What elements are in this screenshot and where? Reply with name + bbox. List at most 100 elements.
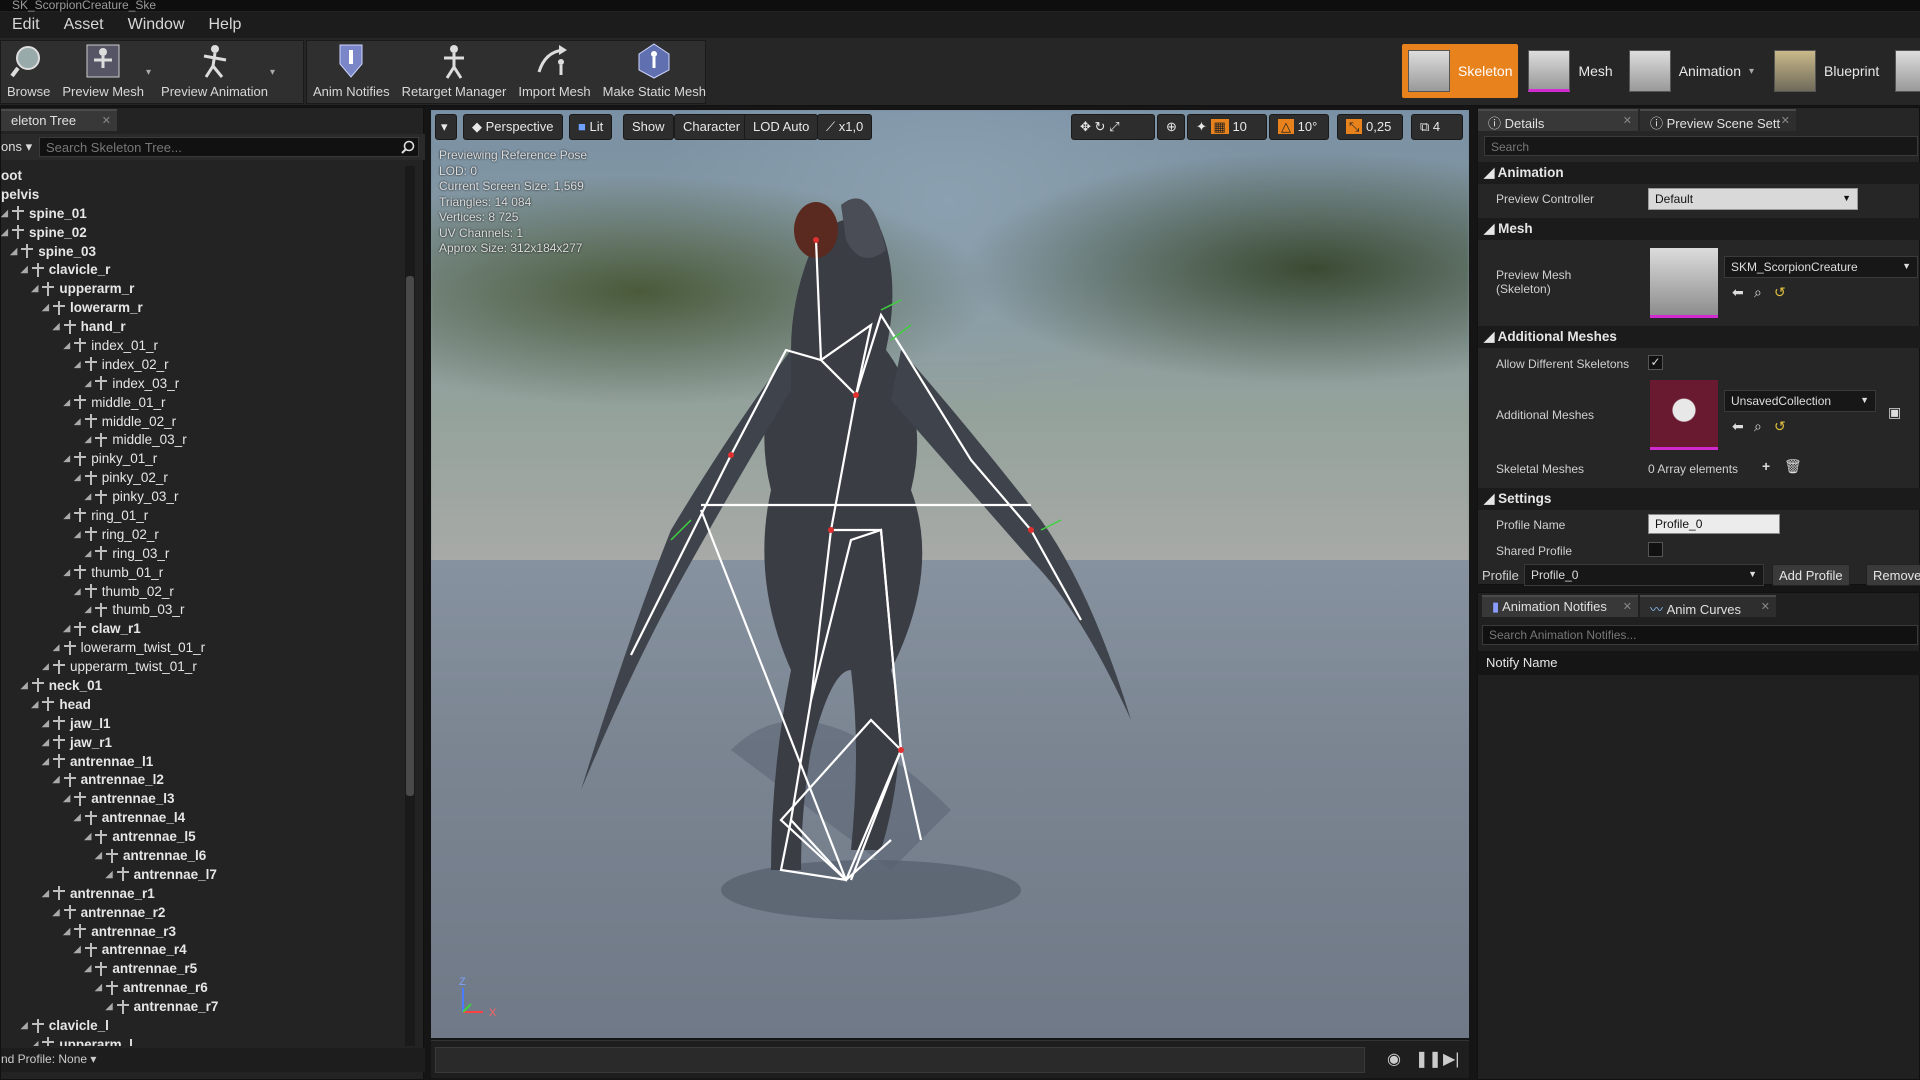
bone-row[interactable]: ◢ lowerarm_r: [1, 298, 405, 317]
lit-button[interactable]: ■ Lit: [569, 114, 613, 140]
additional-meshes-thumbnail[interactable]: [1650, 380, 1718, 450]
expand-triangle-icon[interactable]: ◢: [42, 737, 52, 748]
remove-profile-button[interactable]: Remove P: [1866, 564, 1920, 586]
scale-icon[interactable]: ⤢: [1109, 119, 1119, 134]
expand-triangle-icon[interactable]: ◢: [95, 850, 105, 861]
bone-row[interactable]: ◢ pinky_03_r: [1, 487, 405, 506]
bone-row[interactable]: ◢ antrennae_l3: [1, 789, 405, 808]
expand-triangle-icon[interactable]: ◢: [84, 378, 94, 389]
bone-row[interactable]: ◢ antrennae_l1: [1, 752, 405, 771]
expand-triangle-icon[interactable]: ◢: [84, 491, 94, 502]
expand-triangle-icon[interactable]: ◢: [74, 416, 84, 427]
notify-name-header[interactable]: Notify Name: [1478, 651, 1920, 675]
bone-row[interactable]: ◢ thumb_03_r: [1, 600, 405, 619]
scale-snap-value[interactable]: 0,25: [1366, 119, 1391, 134]
expand-triangle-icon[interactable]: ◢: [42, 302, 52, 313]
bone-row[interactable]: ◢ index_03_r: [1, 374, 405, 393]
surface-snap-icon[interactable]: ✦: [1196, 119, 1207, 134]
expand-triangle-icon[interactable]: ◢: [84, 963, 94, 974]
mode-blueprint-button[interactable]: Blueprint: [1768, 44, 1885, 98]
expand-triangle-icon[interactable]: ◢: [84, 604, 94, 615]
menu-asset[interactable]: Asset: [52, 16, 116, 34]
scale-snap-icon[interactable]: ⤡: [1346, 119, 1363, 134]
mode-mesh-button[interactable]: Mesh: [1522, 44, 1618, 98]
bone-row[interactable]: ◢ clavicle_l: [1, 1016, 405, 1035]
expand-triangle-icon[interactable]: ◢: [1, 208, 11, 219]
skeleton-search-input[interactable]: Search Skeleton Tree...: [39, 137, 419, 157]
bone-row[interactable]: ◢ jaw_r1: [1, 733, 405, 752]
expand-triangle-icon[interactable]: ◢: [106, 869, 116, 880]
bone-row[interactable]: ◢ jaw_l1: [1, 714, 405, 733]
expand-triangle-icon[interactable]: ◢: [95, 982, 105, 993]
world-local-icon[interactable]: ⊕: [1157, 114, 1185, 140]
expand-triangle-icon[interactable]: ◢: [63, 926, 73, 937]
step-forward-icon[interactable]: ▶|: [1443, 1049, 1465, 1071]
expand-triangle-icon[interactable]: ◢: [53, 642, 63, 653]
bone-row[interactable]: ◢ spine_01: [1, 204, 405, 223]
import-mesh-button[interactable]: Import Mesh: [512, 41, 596, 103]
bone-row[interactable]: ◢ index_02_r: [1, 355, 405, 374]
bone-row[interactable]: ◢ index_01_r: [1, 336, 405, 355]
browse-button[interactable]: Browse: [1, 41, 56, 103]
bone-row[interactable]: ◢ thumb_01_r: [1, 563, 405, 582]
skeleton-scrollbar[interactable]: [405, 166, 415, 1046]
browse-search-icon[interactable]: ⌕: [1754, 284, 1762, 301]
allow-different-skeletons-checkbox[interactable]: ✓: [1648, 355, 1663, 370]
use-selected-arrow-icon[interactable]: ⬅: [1732, 418, 1744, 435]
preview-mesh-button[interactable]: Preview Mesh: [56, 41, 150, 103]
translate-icon[interactable]: ✥: [1080, 119, 1091, 134]
bone-row[interactable]: ◢ antrennae_r5: [1, 959, 405, 978]
preview-mesh-thumbnail[interactable]: [1650, 248, 1718, 318]
expand-triangle-icon[interactable]: ◢: [10, 246, 20, 257]
bone-row[interactable]: oot: [1, 166, 405, 185]
menu-help[interactable]: Help: [197, 16, 254, 34]
make-static-mesh-button[interactable]: Make Static Mesh: [597, 41, 712, 103]
animation-mode-dropdown-icon[interactable]: ▾: [1749, 66, 1754, 77]
camera-speed-icon[interactable]: ⧉: [1420, 119, 1429, 134]
bone-row[interactable]: ◢ neck_01: [1, 676, 405, 695]
bone-row[interactable]: ◢ upperarm_twist_01_r: [1, 657, 405, 676]
expand-triangle-icon[interactable]: ◢: [74, 812, 84, 823]
rotation-snap-value[interactable]: 10°: [1298, 119, 1318, 134]
grid-snap-icon[interactable]: ▦: [1210, 119, 1229, 134]
expand-triangle-icon[interactable]: ◢: [1, 227, 11, 238]
bone-row[interactable]: ◢ head: [1, 695, 405, 714]
profile-select[interactable]: Profile_0 ▼: [1524, 564, 1764, 586]
bone-row[interactable]: ◢ antrennae_r6: [1, 978, 405, 997]
bone-row[interactable]: ◢ pinky_01_r: [1, 449, 405, 468]
rotate-icon[interactable]: ↻: [1095, 119, 1106, 134]
expand-triangle-icon[interactable]: ◢: [84, 831, 94, 842]
tab-preview-scene-settings[interactable]: ⓘ Preview Scene Sett ✕: [1640, 109, 1796, 131]
use-selected-arrow-icon[interactable]: ⬅: [1732, 284, 1744, 301]
rotation-snap-icon[interactable]: △: [1278, 119, 1294, 134]
close-icon[interactable]: ✕: [1623, 114, 1632, 127]
bone-row[interactable]: ◢ upperarm_r: [1, 279, 405, 298]
expand-triangle-icon[interactable]: ◢: [31, 283, 41, 294]
close-icon[interactable]: ✕: [1623, 600, 1632, 613]
expand-triangle-icon[interactable]: ◢: [74, 944, 84, 955]
expand-triangle-icon[interactable]: ◢: [74, 359, 84, 370]
expand-triangle-icon[interactable]: ◢: [63, 340, 73, 351]
tab-anim-curves[interactable]: 〰 Anim Curves ✕: [1640, 595, 1776, 617]
playback-speed-button[interactable]: ⟋ x1,0: [817, 114, 873, 140]
section-additional-meshes[interactable]: ◢ Additional Meshes: [1478, 326, 1920, 348]
bone-row[interactable]: ◢ hand_r: [1, 317, 405, 336]
expand-triangle-icon[interactable]: ◢: [53, 907, 63, 918]
profile-footer-label[interactable]: nd Profile: None: [1, 1052, 87, 1066]
viewport[interactable]: ▾ ◆ Perspective ■ Lit Show Character LOD…: [431, 110, 1469, 1038]
bone-row[interactable]: ◢ middle_01_r: [1, 393, 405, 412]
bone-row[interactable]: ◢ antrennae_l5: [1, 827, 405, 846]
pause-icon[interactable]: ❚❚: [1415, 1049, 1442, 1071]
mode-animation-button[interactable]: Animation ▾: [1623, 44, 1764, 98]
anim-notifies-button[interactable]: Anim Notifies: [307, 41, 396, 103]
expand-triangle-icon[interactable]: ◢: [42, 756, 52, 767]
expand-triangle-icon[interactable]: ◢: [74, 529, 84, 540]
preview-controller-select[interactable]: Default ▼: [1648, 188, 1858, 210]
expand-triangle-icon[interactable]: ◢: [63, 623, 73, 634]
grid-snap-value[interactable]: 10: [1232, 119, 1246, 134]
expand-triangle-icon[interactable]: ◢: [74, 586, 84, 597]
bone-row[interactable]: ◢ ring_03_r: [1, 544, 405, 563]
bone-row[interactable]: ◢ ring_01_r: [1, 506, 405, 525]
bone-row[interactable]: ◢ antrennae_r4: [1, 941, 405, 960]
mode-physics-button[interactable]: P: [1889, 44, 1920, 98]
